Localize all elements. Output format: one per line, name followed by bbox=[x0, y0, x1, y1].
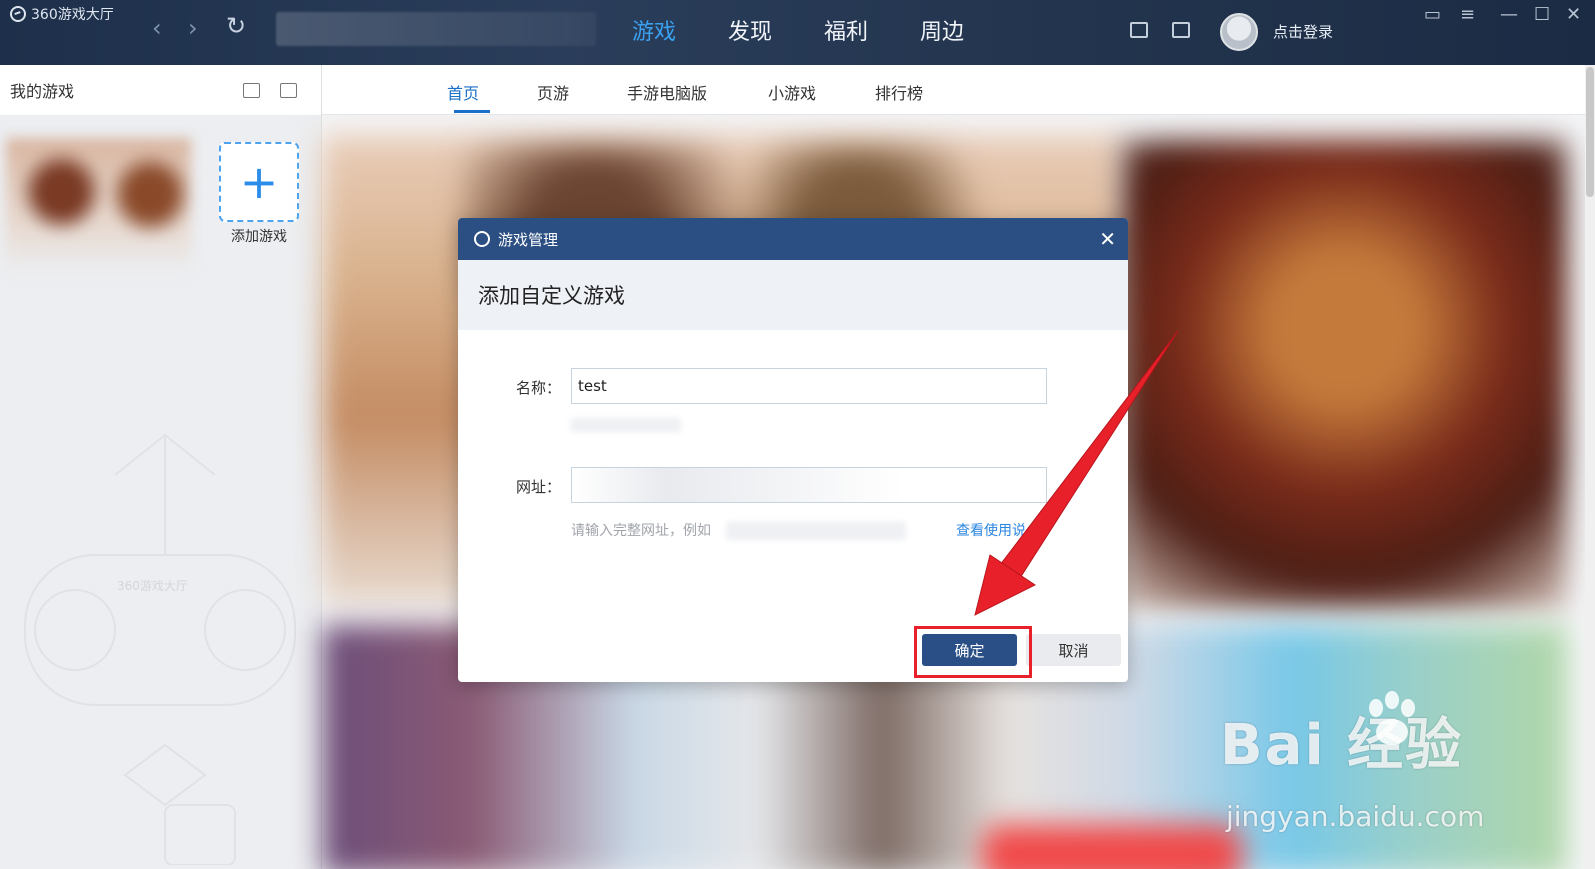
app-name: 360游戏大厅 bbox=[31, 7, 114, 23]
tab-web-games[interactable]: 页游 bbox=[537, 80, 569, 104]
avatar[interactable] bbox=[1220, 13, 1258, 51]
sidebar: 我的游戏 + 添加游戏 360游戏大厅 bbox=[0, 65, 322, 869]
title-bar: 360游戏大厅 ‹ › ↻ 游戏 发现 福利 周边 点击登录 ▭ ≡ — ☐ ✕ bbox=[0, 0, 1595, 65]
tab-rankings[interactable]: 排行榜 bbox=[875, 80, 923, 104]
refresh-icon[interactable]: ↻ bbox=[226, 12, 246, 40]
tab-mobile-pc[interactable]: 手游电脑版 bbox=[627, 80, 707, 104]
name-input[interactable]: test bbox=[571, 368, 1047, 404]
nav-item-games[interactable]: 游戏 bbox=[632, 14, 676, 46]
url-label: 网址： bbox=[516, 478, 562, 496]
nav-item-peripheral[interactable]: 周边 bbox=[920, 14, 964, 46]
calendar-icon[interactable] bbox=[243, 83, 260, 98]
dialog-titlebar: 游戏管理 ✕ bbox=[458, 218, 1128, 260]
sidebar-title: 我的游戏 bbox=[10, 82, 75, 101]
scrollbar[interactable] bbox=[1585, 65, 1595, 869]
active-tab-indicator bbox=[454, 110, 490, 113]
sidebar-watermark-text: 360游戏大厅 bbox=[117, 579, 188, 593]
menu-icon[interactable]: ≡ bbox=[1460, 4, 1475, 25]
tab-mini-games[interactable]: 小游戏 bbox=[768, 80, 816, 104]
back-arrow-icon[interactable]: ‹ bbox=[152, 14, 162, 42]
login-link[interactable]: 点击登录 bbox=[1273, 21, 1333, 42]
tab-bar: 首页 页游 手游电脑版 小游戏 排行榜 bbox=[322, 65, 1587, 115]
scroll-thumb[interactable] bbox=[1586, 67, 1594, 197]
dialog-subtitle: 添加自定义游戏 bbox=[458, 260, 1128, 330]
nav-item-discover[interactable]: 发现 bbox=[728, 14, 772, 46]
search-input[interactable] bbox=[276, 12, 596, 46]
url-hint: 请输入完整网址，例如 bbox=[571, 523, 711, 539]
plus-icon: + bbox=[239, 155, 279, 209]
tab-home[interactable]: 首页 bbox=[447, 80, 479, 104]
app-logo: 360游戏大厅 bbox=[10, 4, 114, 24]
minimize-icon[interactable]: — bbox=[1500, 4, 1518, 25]
feedback-icon[interactable]: ▭ bbox=[1424, 4, 1441, 25]
promo-button[interactable] bbox=[982, 825, 1242, 869]
baidu-watermark: Bai 经验 jingyan.baidu.com bbox=[1220, 691, 1484, 833]
add-game-button[interactable]: + bbox=[219, 142, 299, 222]
close-icon[interactable]: ✕ bbox=[1099, 227, 1116, 251]
watermark-url: jingyan.baidu.com bbox=[1226, 800, 1485, 833]
cancel-button[interactable]: 取消 bbox=[1026, 634, 1121, 666]
close-window-icon[interactable]: ✕ bbox=[1566, 4, 1581, 25]
gamepad-watermark-icon bbox=[24, 433, 296, 865]
dialog-title: 游戏管理 bbox=[498, 230, 559, 249]
url-input[interactable] bbox=[571, 467, 1047, 503]
main-nav: 游戏 发现 福利 周边 bbox=[632, 14, 964, 46]
dialog-logo-icon bbox=[474, 231, 490, 247]
confirm-highlight-box bbox=[914, 626, 1032, 678]
edit-note-icon[interactable] bbox=[1130, 22, 1148, 38]
url-example-blurred bbox=[726, 522, 906, 540]
side-banner-image[interactable] bbox=[1122, 140, 1567, 610]
game-manager-dialog: 游戏管理 ✕ 添加自定义游戏 名称： test 网址： 请输入完整网址，例如 查… bbox=[458, 218, 1128, 682]
help-link[interactable]: 查看使用说 bbox=[956, 520, 1026, 540]
nav-item-welfare[interactable]: 福利 bbox=[824, 14, 868, 46]
toolbox-icon[interactable] bbox=[1172, 22, 1190, 38]
name-hint-blurred bbox=[571, 418, 681, 432]
edit-icon[interactable] bbox=[280, 83, 297, 98]
maximize-icon[interactable]: ☐ bbox=[1534, 4, 1550, 25]
add-game-label: 添加游戏 bbox=[231, 229, 287, 245]
forward-arrow-icon[interactable]: › bbox=[188, 14, 198, 42]
game-thumbnail[interactable] bbox=[6, 138, 191, 273]
logo-icon bbox=[10, 6, 26, 22]
paw-icon bbox=[1369, 691, 1415, 745]
sidebar-header: 我的游戏 bbox=[0, 65, 321, 115]
name-label: 名称： bbox=[516, 379, 562, 397]
